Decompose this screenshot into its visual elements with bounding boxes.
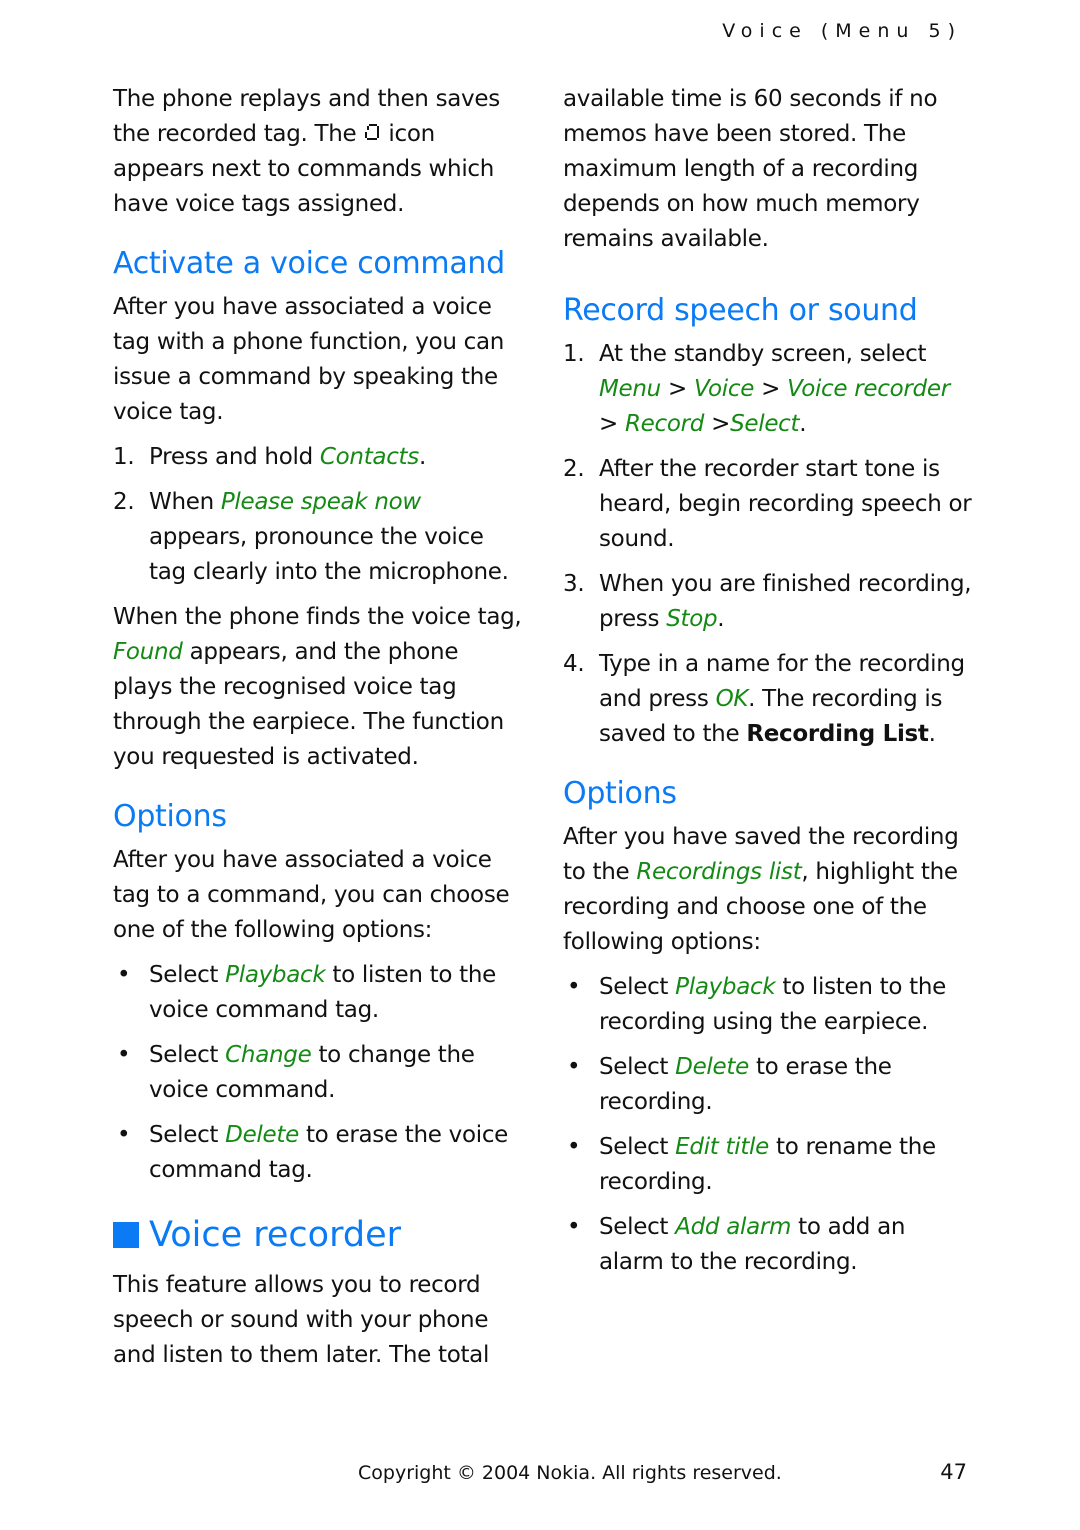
menu-term: Playback <box>675 974 776 1000</box>
list-item: • Select Change to change the voice comma… <box>117 1042 475 1103</box>
menu-term: Edit title <box>675 1134 769 1160</box>
intro-paragraph: The phone replays and then saves the rec… <box>113 86 500 217</box>
continued-paragraph: available time is 60 seconds if no memos… <box>563 86 938 252</box>
list-item: 2. After the recorder start tone is heard… <box>563 456 972 552</box>
menu-path-select: Select <box>730 411 800 437</box>
menu-term: Recordings list <box>636 859 802 885</box>
list-item: 2. When Please speak now appears, pronoun… <box>113 489 509 585</box>
list-item: • Select Delete to erase the voice comman… <box>117 1122 509 1183</box>
page-number: 47 <box>940 1460 967 1484</box>
menu-term: Add alarm <box>675 1214 792 1240</box>
activate-steps: 1. Press and hold Contacts. 2. When Please… <box>113 440 523 590</box>
menu-term: Playback <box>225 962 326 988</box>
list-item: • Select Delete to erase the recording. <box>567 1054 892 1115</box>
menu-term: Please speak now <box>220 489 421 515</box>
right-column: available time is 60 seconds if no memos… <box>563 82 973 1290</box>
menu-path-menu: Menu <box>599 376 661 402</box>
menu-term: OK <box>715 686 749 712</box>
voice-recorder-body: This feature allows you to record speech… <box>113 1272 490 1368</box>
list-item: • Select Playback to listen to the record… <box>567 974 946 1035</box>
list-item: • Select Add alarm to add an alarm to the… <box>567 1214 906 1275</box>
copyright-footer: Copyright © 2004 Nokia. All rights reser… <box>358 1462 782 1484</box>
recording-list-term: Recording List <box>746 721 929 747</box>
list-item: • Select Edit title to rename the recordi… <box>567 1134 936 1195</box>
menu-term: Change <box>225 1042 312 1068</box>
menu-term: Stop <box>666 606 718 632</box>
options-list-right: • Select Playback to listen to the record… <box>563 970 973 1280</box>
voice-tag-icon <box>365 124 380 140</box>
menu-term: Contacts <box>319 444 419 470</box>
record-heading: Record speech or sound <box>563 293 918 328</box>
list-item: • Select Playback to listen to the voice … <box>117 962 496 1023</box>
menu-path-voice: Voice <box>693 376 755 402</box>
activate-body: After you have associated a voice tag wi… <box>113 294 505 425</box>
options-list-left: • Select Playback to listen to the voice … <box>113 958 523 1188</box>
running-header: Voice (Menu 5) <box>722 20 962 42</box>
menu-term: Found <box>113 639 183 665</box>
options-heading-right: Options <box>563 776 677 811</box>
menu-path-voice-recorder: Voice recorder <box>787 376 950 402</box>
list-item: 1. At the standby screen, select Menu > V… <box>563 341 950 437</box>
options-heading-left: Options <box>113 799 227 834</box>
options-body-right: After you have saved the recording to th… <box>563 824 959 955</box>
menu-term: Delete <box>225 1122 299 1148</box>
options-body-left: After you have associated a voice tag to… <box>113 847 510 943</box>
activate-heading: Activate a voice command <box>113 246 505 281</box>
voice-recorder-heading: Voice recorder <box>113 1212 523 1258</box>
list-item: 3. When you are finished recording, press… <box>563 571 972 632</box>
menu-term: Delete <box>675 1054 749 1080</box>
menu-path-record: Record <box>624 411 705 437</box>
left-column: The phone replays and then saves the rec… <box>113 82 523 1383</box>
list-item: 1. Press and hold Contacts. <box>113 444 426 470</box>
list-item: 4. Type in a name for the recording and p… <box>563 651 965 747</box>
activate-after: When the phone finds the voice tag, Foun… <box>113 604 522 770</box>
section-square-icon <box>113 1222 139 1248</box>
record-steps: 1. At the standby screen, select Menu > V… <box>563 337 973 752</box>
